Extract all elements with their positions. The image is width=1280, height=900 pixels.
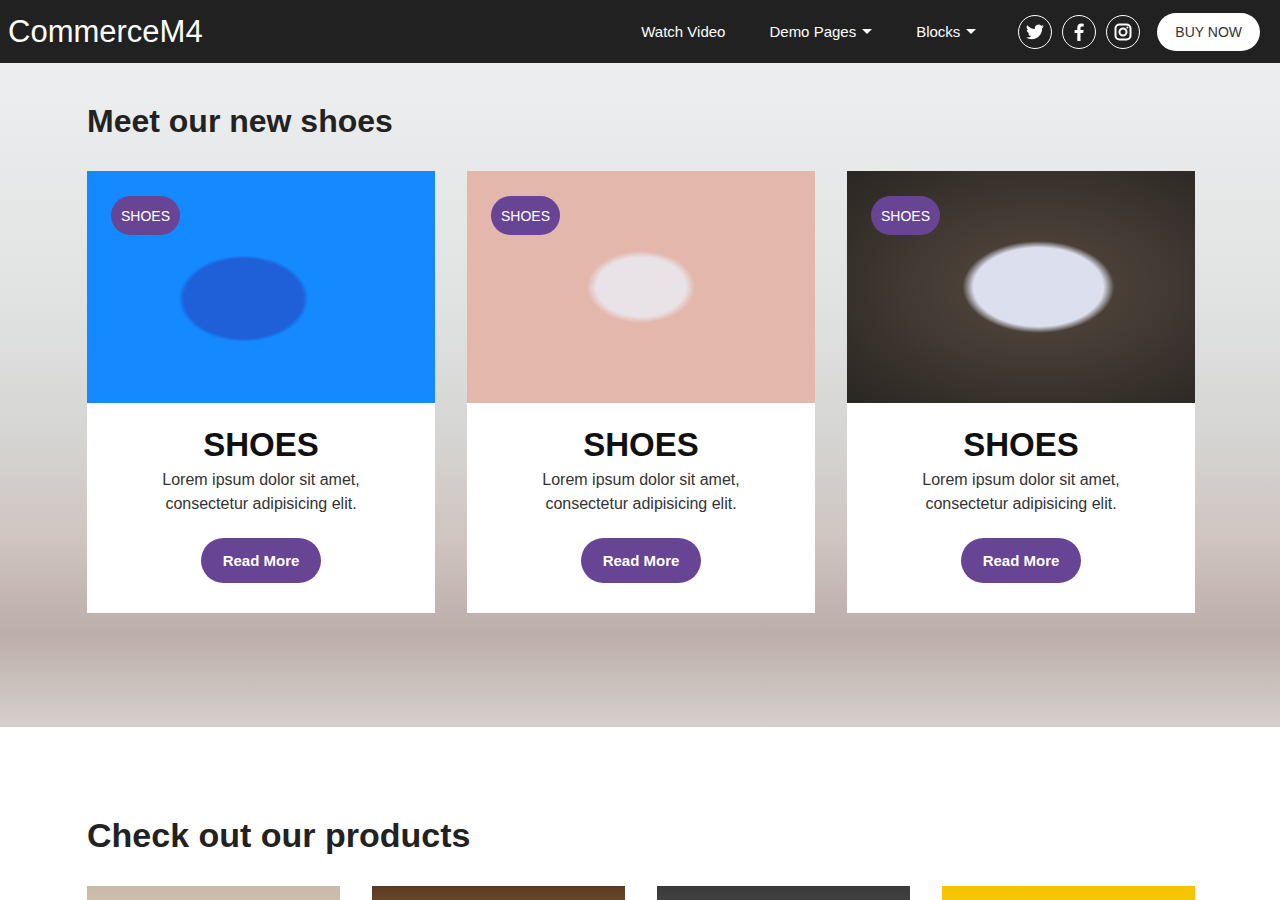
card-body: SHOESLorem ipsum dolor sit amet, consect… <box>87 403 435 613</box>
caret-icon[interactable] <box>862 29 872 34</box>
products-section: Check out our products <box>0 727 1280 900</box>
twitter-icon[interactable] <box>1018 15 1052 49</box>
product-grid <box>87 886 1195 900</box>
product-card: SHOESSHOESLorem ipsum dolor sit amet, co… <box>467 171 815 613</box>
card-list: SHOESSHOESLorem ipsum dolor sit amet, co… <box>87 171 1195 613</box>
caret-icon[interactable] <box>966 29 976 34</box>
instagram-icon[interactable] <box>1106 15 1140 49</box>
category-badge: SHOES <box>871 196 940 235</box>
read-more-button[interactable]: Read More <box>961 538 1082 583</box>
product-image[interactable] <box>657 886 910 900</box>
card-text: Lorem ipsum dolor sit amet, consectetur … <box>901 468 1141 516</box>
nav-link[interactable]: Blocks <box>916 23 976 40</box>
product-image[interactable] <box>942 886 1195 900</box>
product-image[interactable] <box>87 886 340 900</box>
nav-links: Watch Video Demo Pages Blocks <box>641 23 976 40</box>
category-badge: SHOES <box>491 196 560 235</box>
social-links <box>1018 15 1140 49</box>
nav-link-label[interactable]: Watch Video <box>641 23 725 40</box>
card-title: SHOES <box>203 425 319 465</box>
card-text: Lorem ipsum dolor sit amet, consectetur … <box>521 468 761 516</box>
card-text: Lorem ipsum dolor sit amet, consectetur … <box>141 468 381 516</box>
top-nav: CommerceM4 Watch Video Demo Pages Blocks BUY… <box>0 0 1280 63</box>
nav-link-label[interactable]: Demo Pages <box>769 23 856 40</box>
read-more-button[interactable]: Read More <box>201 538 322 583</box>
read-more-button[interactable]: Read More <box>581 538 702 583</box>
buy-now-button[interactable]: BUY NOW <box>1157 13 1260 51</box>
logo[interactable]: CommerceM4 <box>8 14 203 50</box>
product-image[interactable] <box>372 886 625 900</box>
product-card: SHOESSHOESLorem ipsum dolor sit amet, co… <box>87 171 435 613</box>
nav-link-label[interactable]: Blocks <box>916 23 960 40</box>
card-image: SHOES <box>467 171 815 403</box>
facebook-icon[interactable] <box>1062 15 1096 49</box>
category-badge: SHOES <box>111 196 180 235</box>
card-body: SHOESLorem ipsum dolor sit amet, consect… <box>847 403 1195 613</box>
card-image: SHOES <box>847 171 1195 403</box>
nav-link[interactable]: Demo Pages <box>769 23 872 40</box>
product-card: SHOESSHOESLorem ipsum dolor sit amet, co… <box>847 171 1195 613</box>
card-image: SHOES <box>87 171 435 403</box>
products-title: Check out our products <box>87 815 1195 855</box>
nav-link[interactable]: Watch Video <box>641 23 725 40</box>
card-body: SHOESLorem ipsum dolor sit amet, consect… <box>467 403 815 613</box>
hero-title: Meet our new shoes <box>87 101 1195 141</box>
card-title: SHOES <box>963 425 1079 465</box>
hero-section: Meet our new shoesSHOESSHOESLorem ipsum … <box>0 63 1280 727</box>
card-title: SHOES <box>583 425 699 465</box>
